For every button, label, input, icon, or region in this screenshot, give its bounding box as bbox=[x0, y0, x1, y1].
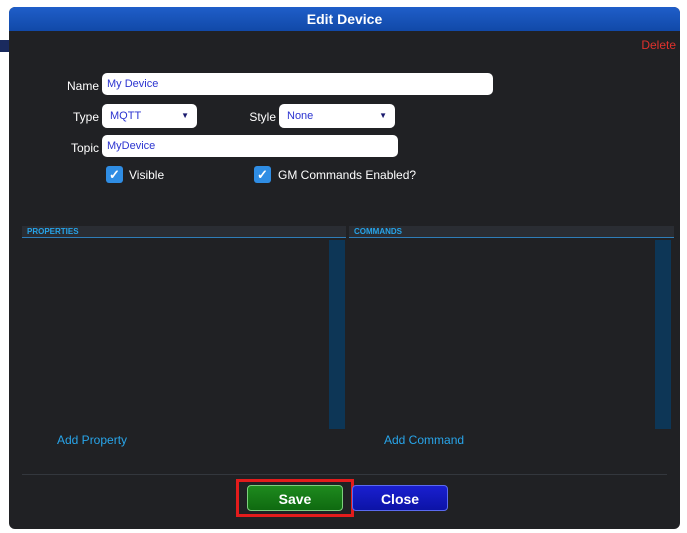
add-property-link[interactable]: Add Property bbox=[57, 433, 127, 447]
commands-header: COMMANDS bbox=[349, 226, 674, 238]
topic-input[interactable]: MyDevice bbox=[102, 135, 398, 157]
dialog-title: Edit Device bbox=[9, 7, 680, 31]
delete-link[interactable]: Delete bbox=[641, 38, 676, 52]
add-command-link[interactable]: Add Command bbox=[384, 433, 464, 447]
gm-commands-checkbox[interactable]: ✓ bbox=[254, 166, 271, 183]
style-select[interactable]: None ▼ bbox=[279, 104, 395, 128]
footer-divider bbox=[22, 474, 667, 475]
visible-checkbox[interactable]: ✓ bbox=[106, 166, 123, 183]
type-label: Type bbox=[72, 110, 99, 124]
properties-scrollbar[interactable] bbox=[329, 240, 345, 429]
name-input[interactable]: My Device bbox=[102, 73, 493, 95]
commands-list bbox=[349, 239, 674, 429]
properties-list bbox=[22, 239, 346, 429]
style-select-value: None bbox=[287, 110, 314, 122]
type-select-value: MQTT bbox=[110, 110, 142, 122]
topic-label: Topic bbox=[70, 141, 99, 155]
checkmark-icon: ✓ bbox=[109, 167, 120, 182]
style-label: Style bbox=[249, 110, 276, 124]
chevron-down-icon: ▼ bbox=[379, 111, 387, 120]
chevron-down-icon: ▼ bbox=[181, 111, 189, 120]
edit-device-dialog: Edit Device Delete Name My Device Type M… bbox=[9, 7, 680, 529]
save-button[interactable]: Save bbox=[247, 485, 343, 511]
name-label: Name bbox=[66, 79, 99, 93]
visible-label: Visible bbox=[129, 168, 165, 182]
close-button[interactable]: Close bbox=[352, 485, 448, 511]
commands-scrollbar[interactable] bbox=[655, 240, 671, 429]
gm-commands-label: GM Commands Enabled? bbox=[278, 168, 417, 182]
background-strip bbox=[0, 0, 9, 533]
type-select[interactable]: MQTT ▼ bbox=[102, 104, 197, 128]
background-tab-mark bbox=[0, 40, 9, 52]
properties-header: PROPERTIES bbox=[22, 226, 346, 238]
checkmark-icon: ✓ bbox=[257, 167, 268, 182]
